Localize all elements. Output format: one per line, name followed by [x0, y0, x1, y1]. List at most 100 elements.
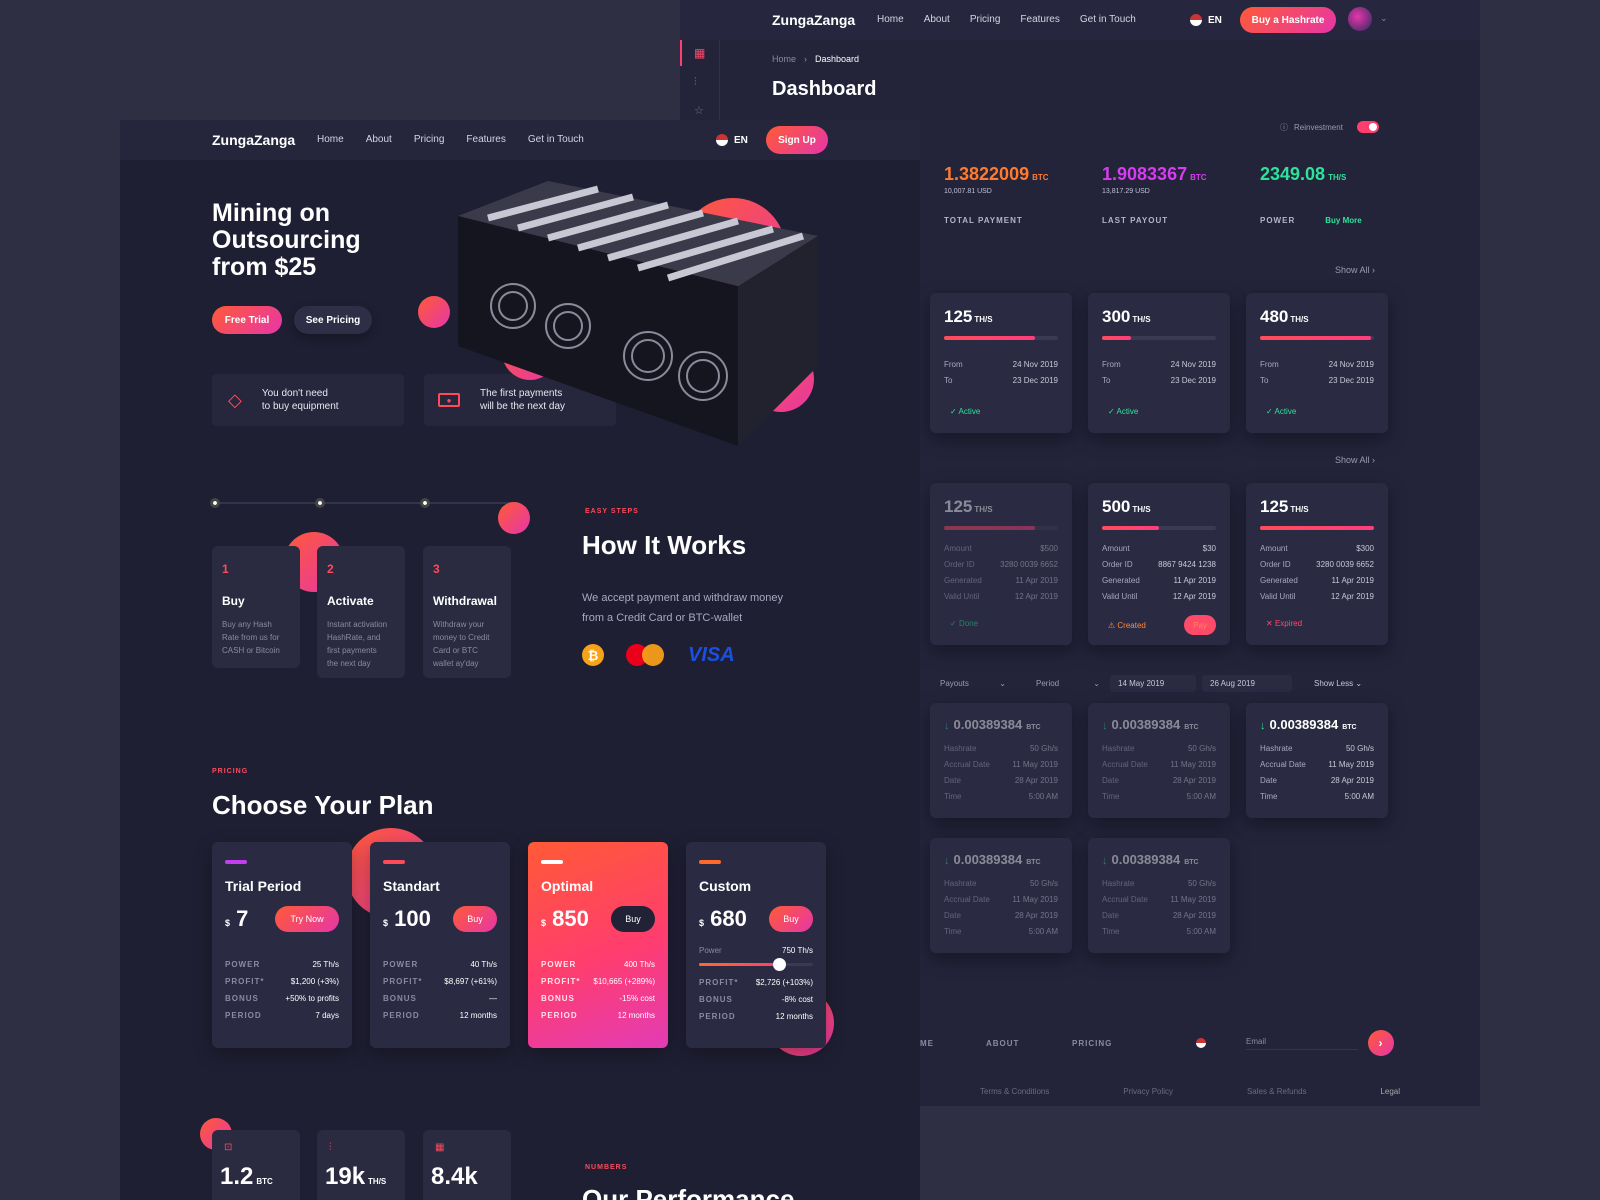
us-flag-icon — [716, 134, 728, 146]
to-label: To — [1260, 376, 1269, 385]
payout-card: ↓ 0.00389384 BTC Hashrate 50 Gh/s Accrual D… — [930, 838, 1072, 953]
date-from-input[interactable]: 14 May 2019 — [1110, 675, 1196, 692]
chevron-down-icon[interactable]: ⌄ — [1380, 13, 1388, 24]
show-all-link[interactable]: Show All › — [1335, 265, 1375, 275]
slider-thumb[interactable] — [772, 958, 786, 971]
avatar[interactable] — [1348, 7, 1372, 31]
grid-icon[interactable]: ▦ — [694, 46, 705, 60]
progress-bar — [1102, 336, 1216, 340]
tag-icon: ◇ — [228, 389, 242, 410]
to-label: To — [944, 376, 953, 385]
us-flag-icon[interactable] — [1196, 1038, 1206, 1048]
nav-about[interactable]: About — [366, 134, 392, 145]
nav-get-in-touch[interactable]: Get in Touch — [528, 134, 584, 145]
hashrate-unit: TH/S — [974, 315, 993, 324]
order-card[interactable]: 125 TH/S Amount $300 Order ID 3280 0039 665… — [1246, 483, 1388, 645]
nav-home[interactable]: Home — [317, 134, 344, 145]
how-it-works-description: We accept payment and withdraw money from… — [582, 592, 783, 624]
contract-card[interactable]: 125 TH/S From 24 Nov 2019 To 23 Dec 2019 ✓ … — [930, 293, 1072, 433]
footer-nav-home[interactable]: ME — [920, 1039, 986, 1048]
order-amount: $30 — [1202, 544, 1216, 553]
terms-link[interactable]: Terms & Conditions — [980, 1087, 1049, 1096]
nav-features[interactable]: Features — [1020, 14, 1059, 25]
dashboard-sidebar: ▦ ⫶ ☆ — [680, 40, 720, 120]
language-selector[interactable]: EN — [1190, 14, 1222, 26]
nav-pricing[interactable]: Pricing — [414, 134, 445, 145]
see-pricing-button[interactable]: See Pricing — [294, 306, 372, 334]
show-all-link[interactable]: Show All › — [1335, 455, 1375, 465]
from-label: From — [944, 360, 963, 369]
stat-sub: 10,007.81 USD — [944, 188, 992, 195]
date-to-input[interactable]: 26 Aug 2019 — [1202, 675, 1292, 692]
footer-nav-pricing[interactable]: PRICING — [1072, 1039, 1196, 1048]
plan-price: 850 — [552, 906, 589, 931]
plan-card-custom[interactable]: Custom $ 680 Buy Power 750 Th/s PROFIT* $… — [686, 842, 826, 1048]
landing-window: ZungaZanga Home About Pricing Features G… — [120, 120, 920, 1200]
star-icon[interactable]: ☆ — [694, 104, 704, 117]
breadcrumb-home[interactable]: Home — [772, 54, 796, 64]
brand-logo[interactable]: ZungaZanga — [772, 12, 855, 28]
plan-card-optimal[interactable]: Optimal $ 850 Buy POWER 400 Th/s PROFIT* $… — [528, 842, 668, 1048]
nav-about[interactable]: About — [924, 14, 950, 25]
privacy-link[interactable]: Privacy Policy — [1123, 1087, 1173, 1096]
plan-card-standart[interactable]: Standart $ 100 Buy POWER 40 Th/s PROFIT* $… — [370, 842, 510, 1048]
nav-home[interactable]: Home — [877, 14, 904, 25]
stat-power: 2349.08 TH/S POWER Buy More — [1246, 150, 1396, 242]
stat-label: TOTAL PAYMENT — [944, 216, 1023, 225]
hashrate-value: 480 — [1260, 307, 1289, 326]
contract-card[interactable]: 480 TH/S From 24 Nov 2019 To 23 Dec 2019 ✓ … — [1246, 293, 1388, 433]
footer-nav-about[interactable]: ABOUT — [986, 1039, 1072, 1048]
nav-features[interactable]: Features — [466, 134, 505, 145]
numbers-eyebrow: NUMBERS — [585, 1164, 628, 1171]
payout-card: ↓ 0.00389384 BTC Hashrate 50 Gh/s Accrual D… — [930, 703, 1072, 818]
sign-up-button[interactable]: Sign Up — [766, 126, 828, 154]
buy-hashrate-button[interactable]: Buy a Hashrate — [1240, 7, 1336, 33]
reinvestment-toggle[interactable] — [1356, 121, 1379, 133]
period-select[interactable]: Period ⌄ — [1014, 679, 1110, 688]
number-card: ▦ 8.4k — [423, 1130, 511, 1200]
pay-button[interactable]: Pay — [1184, 615, 1216, 635]
buy-button[interactable]: Buy — [611, 906, 655, 932]
dashboard-nav: Home About Pricing Features Get in Touch — [877, 14, 1136, 25]
subscribe-arrow-button[interactable]: › — [1368, 1030, 1394, 1056]
from-label: From — [1260, 360, 1279, 369]
status-badge: ✓ Active — [1266, 407, 1297, 416]
stat-unit: TH/S — [1328, 173, 1347, 182]
payouts-select[interactable]: Payouts ⌄ — [940, 679, 1014, 688]
payout-unit: BTC — [1184, 724, 1199, 731]
brand-logo[interactable]: ZungaZanga — [212, 132, 295, 148]
visa-icon: VISA — [688, 644, 735, 666]
show-less-toggle[interactable]: Show Less ⌄ — [1314, 679, 1362, 688]
buy-button[interactable]: Buy — [769, 906, 813, 932]
language-selector[interactable]: EN — [716, 134, 748, 146]
stat-value: 2349.08 — [1260, 164, 1326, 184]
power-slider[interactable] — [699, 958, 813, 971]
nav-get-in-touch[interactable]: Get in Touch — [1080, 14, 1136, 25]
legal-link[interactable]: Legal — [1380, 1087, 1400, 1096]
try-now-button[interactable]: Try Now — [275, 906, 339, 932]
plan-card-trial[interactable]: Trial Period $ 7 Try Now POWER 25 Th/s PR… — [212, 842, 352, 1048]
order-amount: $500 — [1040, 544, 1058, 553]
stat-label: POWER — [1260, 216, 1296, 225]
buy-button[interactable]: Buy — [453, 906, 497, 932]
plan-price: 100 — [394, 906, 431, 931]
progress-bar — [1260, 336, 1374, 340]
chevron-right-icon: › — [804, 54, 808, 64]
dashboard-header: ZungaZanga Home About Pricing Features G… — [680, 0, 1480, 40]
contract-card[interactable]: 300 TH/S From 24 Nov 2019 To 23 Dec 2019 ✓ … — [1088, 293, 1230, 433]
chart-icon[interactable]: ⫶ — [694, 76, 697, 89]
refunds-link[interactable]: Sales & Refunds — [1247, 1087, 1307, 1096]
stat-value: 1.3822009 — [944, 164, 1030, 184]
buy-more-link[interactable]: Buy More — [1325, 216, 1361, 225]
stat-unit: BTC — [1190, 173, 1207, 182]
hashrate-value: 500 — [1102, 497, 1131, 516]
landing-nav: Home About Pricing Features Get in Touch — [317, 134, 584, 145]
nav-pricing[interactable]: Pricing — [970, 14, 1001, 25]
order-card[interactable]: 500 TH/S Amount $30 Order ID 8867 9424 1238… — [1088, 483, 1230, 645]
email-input[interactable]: Email — [1246, 1037, 1358, 1050]
free-trial-button[interactable]: Free Trial — [212, 306, 282, 334]
order-card[interactable]: 125 TH/S Amount $500 Order ID 3280 0039 665… — [930, 483, 1072, 645]
language-label: EN — [1208, 14, 1222, 26]
stat-last-payout: 1.9083367 BTC 13,817.29 USD LAST PAYOUT — [1088, 150, 1238, 242]
hashrate-value: 125 — [944, 307, 973, 326]
